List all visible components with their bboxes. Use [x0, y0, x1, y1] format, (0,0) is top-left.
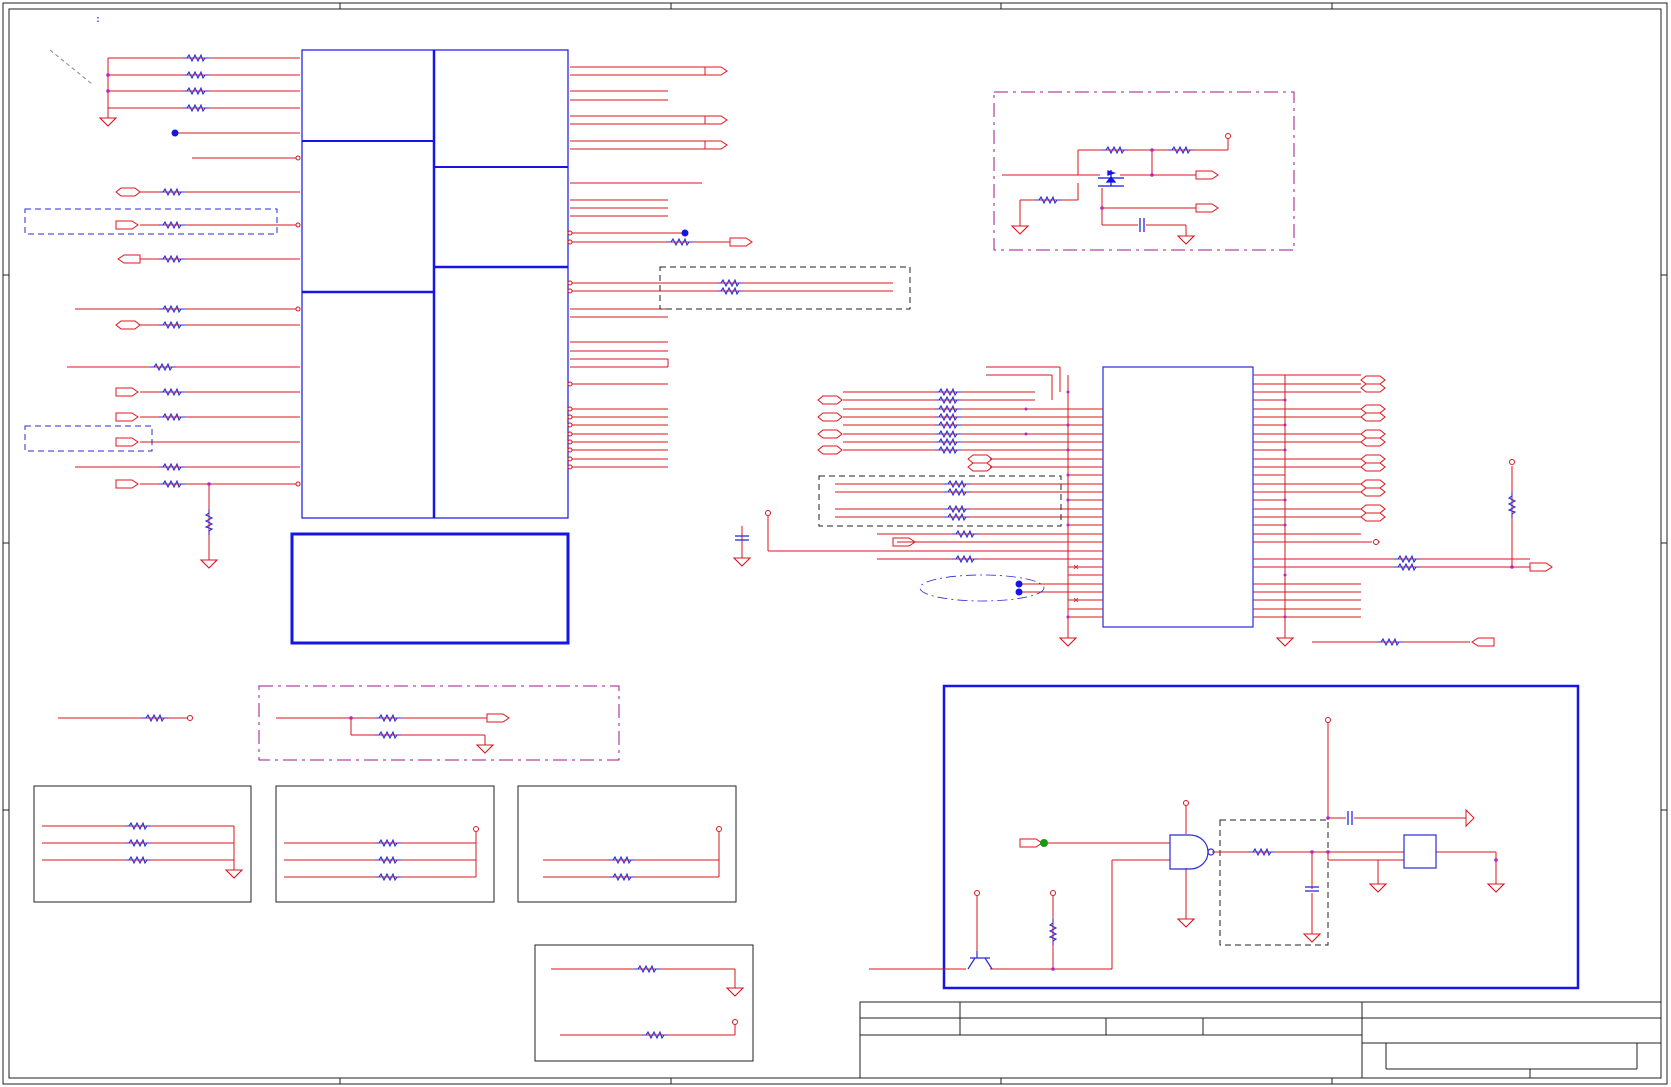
option-box-1 [33, 785, 252, 903]
left-gnd [99, 109, 218, 569]
option-box-3 [517, 785, 737, 903]
option-box-4-wires [551, 968, 736, 1036]
signal-arrow-icon [1465, 808, 1475, 828]
transistor-icon [967, 951, 993, 970]
divider-wires [276, 717, 487, 741]
main-ic-right-parts [666, 66, 753, 295]
divider-group [258, 685, 620, 761]
mosfet-junctions [1100, 148, 1154, 210]
option-box-2-wires [284, 832, 477, 878]
mosfet-icon [1098, 170, 1124, 187]
junction-dot-icon [349, 716, 353, 720]
power-pin-icon [187, 715, 193, 721]
junction-dot-icon [1040, 839, 1048, 847]
connector-left-buses [741, 366, 1103, 634]
connector-power-gnd [733, 459, 1515, 647]
option-box-3-wires [543, 832, 720, 878]
reset-circuit-box [942, 684, 1580, 990]
left-resistors [149, 54, 213, 536]
junction-dot-icon [171, 129, 179, 137]
highlight-ellipse [919, 574, 1045, 602]
mosfet-switch-wires [1002, 138, 1229, 232]
left-junctions [106, 73, 211, 486]
schematic-sheet [2, 2, 1668, 1085]
left-pin-dots [295, 155, 301, 487]
junction-dot-icon [681, 229, 689, 237]
left-ports [115, 187, 141, 489]
connector-ic [1102, 366, 1254, 628]
corner-mark: : [95, 14, 102, 25]
and-gate-icon [1169, 834, 1215, 870]
sheet-border [2, 2, 1668, 1085]
divider-parts [374, 713, 510, 754]
note-box [290, 532, 570, 645]
left-resistor-bank [49, 49, 300, 556]
reset-junctions [1051, 816, 1498, 971]
option-box-1-parts [124, 822, 243, 879]
option-box-4-parts [633, 965, 744, 1039]
option-box-2-parts [374, 826, 479, 881]
connector-blue-junctions [1015, 580, 1023, 596]
connector-right-buses [1253, 374, 1530, 643]
reset-wires [869, 723, 1497, 970]
option-box-3-parts [608, 826, 722, 881]
main-ic-block [301, 49, 569, 519]
dashed-group-box [659, 266, 911, 310]
dashed-group-box [24, 208, 278, 235]
reset-parts [974, 717, 1505, 946]
option-box-4 [534, 944, 754, 1062]
reset-ic [1403, 834, 1437, 869]
title-block [859, 1001, 1662, 1079]
resistor-icon [141, 714, 169, 722]
